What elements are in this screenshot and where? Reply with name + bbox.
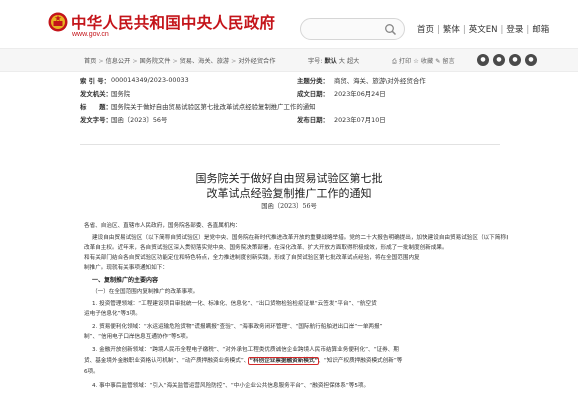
font-size-label: 字号: [308, 58, 323, 65]
info-value: 000014349/2023-00033 [111, 76, 189, 84]
search-icon[interactable] [384, 23, 397, 36]
utility-links: ⎙ 打印 ☆ 收藏 ✎ 留言 [392, 56, 455, 66]
national-emblem-icon[interactable] [48, 12, 68, 32]
info-key: 索 引 号： [80, 77, 111, 85]
info-key: 成文日期： [297, 90, 329, 98]
nav-traditional[interactable]: 繁体 [443, 25, 460, 35]
info-key: 发布日期： [297, 116, 329, 124]
section-heading: 一、复制推广的主要内容 [92, 277, 159, 284]
salutation: 各省、自治区、直辖市人民政府，国务院各部委、各直属机构： [84, 223, 241, 229]
comment-link[interactable]: 留言 [442, 58, 454, 65]
info-value: 2023年07月10日 [334, 116, 386, 124]
weibo-share-icon[interactable]: ● [493, 54, 505, 66]
search-input[interactable] [300, 18, 405, 40]
breadcrumb-bar: 首页 > 信息公开 > 国务院文件 > 贸易、海关、旅游 > 对外经贸合作 字号: 默认 大 超… [0, 48, 578, 72]
nav-mailbox[interactable]: 邮箱 [532, 25, 549, 35]
info-value: 2023年06月24日 [334, 90, 386, 98]
nav-english[interactable]: 英文EN [469, 25, 498, 35]
font-size-control: 字号: 默认 大 超大 [308, 56, 359, 65]
breadcrumb-item[interactable]: 信息公开 [106, 58, 131, 65]
favorite-icon[interactable]: ☆ [413, 58, 419, 65]
info-row: 标 题： 国务院关于做好自由贸易试验区第七批改革试点经验复制推广工作的通知 [80, 102, 500, 115]
subsection-heading: （一）在全国范围内复制推广的改革事项。 [92, 289, 199, 295]
share-buttons: ● ● ● ● [477, 54, 537, 66]
print-icon[interactable]: ⎙ [392, 58, 397, 65]
document-info-table: 索 引 号： 000014349/2023-00033 主题分类： 商贸、海关、… [80, 76, 500, 128]
paragraph-line: 制推广。现就有关事项通知如下： [84, 265, 168, 271]
info-row: 发文机关： 国务院 成文日期： 2023年06月24日 [80, 89, 500, 102]
breadcrumb: 首页 > 信息公开 > 国务院文件 > 贸易、海关、旅游 > 对外经贸合作 [84, 58, 276, 65]
document-title: 国务院关于做好自由贸易试验区第七批 [195, 172, 383, 185]
qq-share-icon[interactable]: ● [509, 54, 521, 66]
paragraph-line: 和有关部门结合各自贸试验区功能定位和特色特点，全力推进制度创新实践，形成了自贸试… [84, 255, 420, 261]
breadcrumb-item[interactable]: 对外经贸合作 [238, 58, 275, 65]
list-item: 4. 事中事后监管领域：“引入“海关监管运营风险防控”、“中小企业公共信息服务平… [92, 383, 370, 389]
info-value: 国务院关于做好自由贸易试验区第七批改革试点经验复制推广工作的通知 [111, 103, 316, 111]
info-value: 商贸、海关、旅游\对外经贸合作 [334, 77, 426, 85]
paragraph-line: 建设自由贸易试验区（以下简称自贸试验区）是党中央、国务院在新时代推进改革开放的重… [92, 235, 508, 241]
list-item-text: 货、基金境外金融职业资格认可机制”、“动产质押融资业务模式”、 [84, 358, 250, 364]
document-title: 改革试点经验复制推广工作的通知 [206, 187, 372, 200]
site-url: www.gov.cn [72, 31, 109, 38]
wechat-share-icon[interactable]: ● [477, 54, 489, 66]
list-item: 2. 贸易便利化领域：“水运运输危险货物“谎报瞒报”查验”、“海事政务闭环管理”… [92, 324, 383, 330]
breadcrumb-item[interactable]: 首页 [84, 58, 96, 65]
nav-home[interactable]: 首页 [417, 25, 434, 35]
info-key: 主题分类： [297, 77, 329, 85]
paragraph-line: 改革自主权。近年来，各自贸试验区深入贯彻落实党中央、国务院决策部署，在深化改革、… [84, 245, 448, 251]
comment-icon[interactable]: ✎ [435, 58, 440, 65]
top-nav: 首页 | 繁体 | 英文EN | 登录 | 邮箱 [417, 25, 550, 35]
print-link[interactable]: 打印 [399, 58, 411, 65]
info-row: 索 引 号： 000014349/2023-00033 主题分类： 商贸、海关、… [80, 76, 500, 89]
list-item: 6项。 [84, 369, 99, 375]
list-item: 1. 投资管理领域：“工程建设项目审批统一化、标准化、信息化”、“出口货物检验检… [92, 301, 377, 307]
info-key: 发文字号： [80, 116, 112, 124]
info-value: 国函〔2023〕56号 [111, 116, 168, 124]
info-key: 标 题： [80, 103, 112, 111]
more-share-icon[interactable]: ● [525, 54, 537, 66]
nav-login[interactable]: 登录 [506, 25, 523, 35]
breadcrumb-item[interactable]: 贸易、海关、旅游 [180, 58, 230, 65]
font-xlarge-option[interactable]: 超大 [347, 58, 359, 65]
font-default-option[interactable]: 默认 [324, 58, 336, 65]
list-item: 运电子信息化”等3项。 [84, 311, 141, 317]
document-number: 国函〔2023〕56号 [261, 203, 317, 210]
list-item: 制”、“信用电子口岸信息互通协作”等5项。 [84, 334, 192, 340]
divider [80, 144, 500, 145]
info-value: 国务院 [111, 90, 131, 98]
list-item-text: 、“知识产权质押融资模式创新”等 [318, 358, 403, 364]
site-header: 中华人民共和国中央人民政府 www.gov.cn 首页 | 繁体 | 英文EN | 登录 | 邮… [0, 0, 578, 48]
highlighted-phrase: “科创企业票据融资新模式” [247, 356, 320, 366]
list-item: 3. 金融开放创新领域：“跨境人民币全程电子缴税”、“对外承包工程类优质诚信企业… [92, 347, 399, 353]
favorite-link[interactable]: 收藏 [421, 58, 433, 65]
font-large-option[interactable]: 大 [339, 58, 345, 65]
info-key: 发文机关： [80, 90, 112, 98]
info-row: 发文字号： 国函〔2023〕56号 发布日期： 2023年07月10日 [80, 115, 500, 128]
list-item: 货、基金境外金融职业资格认可机制”、“动产质押融资业务模式”、“科创企业票据融资… [84, 356, 500, 366]
breadcrumb-item[interactable]: 国务院文件 [140, 58, 171, 65]
site-title[interactable]: 中华人民共和国中央人民政府 [71, 11, 275, 33]
